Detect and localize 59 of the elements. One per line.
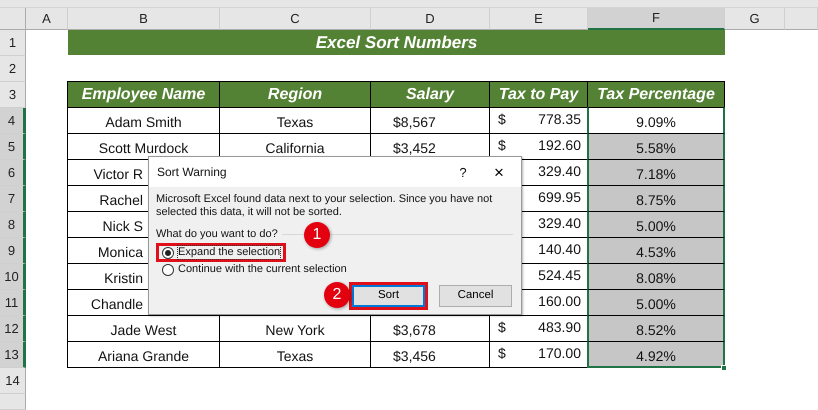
radio-button[interactable]: [162, 264, 174, 276]
row-header[interactable]: 12: [0, 316, 26, 342]
cancel-button[interactable]: Cancel: [439, 284, 512, 306]
column-heading: Tax Percentage: [587, 81, 725, 108]
amount: 483.90: [538, 318, 581, 337]
row-header[interactable]: 5: [0, 134, 26, 160]
column-heading: Employee Name: [67, 81, 220, 108]
amount: 329.40: [538, 214, 581, 233]
amount: 192.60: [538, 136, 581, 155]
amount: 329.40: [538, 162, 581, 181]
row-header[interactable]: 11: [0, 290, 26, 316]
table-cell[interactable]: 8.75%: [587, 185, 725, 212]
row-header[interactable]: 14: [0, 368, 26, 394]
row-header[interactable]: 1: [0, 30, 26, 56]
column-header[interactable]: B: [68, 8, 220, 30]
column-heading: Salary: [370, 81, 490, 108]
sort-button[interactable]: Sort: [352, 284, 425, 306]
column-header[interactable]: A: [26, 8, 68, 30]
row-header[interactable]: 7: [0, 186, 26, 212]
radio-button[interactable]: [162, 246, 174, 258]
row-header[interactable]: 8: [0, 212, 26, 238]
row-header[interactable]: 6: [0, 160, 26, 186]
row-header[interactable]: 2: [0, 56, 26, 82]
row-header[interactable]: 3: [0, 82, 26, 108]
table-cell[interactable]: 5.58%: [587, 133, 725, 160]
row-header[interactable]: 9: [0, 238, 26, 264]
row-header[interactable]: 10: [0, 264, 26, 290]
amount: 170.00: [538, 344, 581, 363]
currency-symbol: $: [498, 110, 506, 129]
currency-symbol: $: [498, 344, 506, 363]
fill-handle[interactable]: [721, 365, 727, 371]
table-cell[interactable]: 4.92%: [587, 341, 725, 368]
table-cell: Ariana Grande: [67, 341, 220, 368]
amount: 524.45: [538, 266, 581, 285]
column-header[interactable]: F: [588, 8, 725, 30]
amount: 699.95: [538, 188, 581, 207]
close-button[interactable]: ×: [477, 166, 521, 178]
table-cell[interactable]: 5.00%: [587, 211, 725, 238]
table-cell[interactable]: 4.53%: [587, 237, 725, 264]
table-cell[interactable]: 8.08%: [587, 263, 725, 290]
table-cell[interactable]: 7.18%: [587, 159, 725, 186]
column-header[interactable]: D: [371, 8, 490, 30]
table-cell[interactable]: 5.00%: [587, 289, 725, 316]
column-header[interactable]: E: [490, 8, 588, 30]
amount: 778.35: [538, 110, 581, 129]
column-header[interactable]: C: [220, 8, 371, 30]
column-heading: Tax to Pay: [489, 81, 588, 108]
table-cell[interactable]: 9.09%: [587, 107, 725, 134]
sheet-title: Excel Sort Numbers: [68, 30, 725, 55]
currency-symbol: $: [498, 318, 506, 337]
currency-symbol: $: [498, 136, 506, 155]
amount: 140.40: [538, 240, 581, 259]
column-heading: Region: [219, 81, 371, 108]
column-header[interactable]: G: [725, 8, 785, 30]
row-header[interactable]: 13: [0, 342, 26, 368]
row-header[interactable]: 4: [0, 108, 26, 134]
amount: 160.00: [538, 292, 581, 311]
table-cell[interactable]: 8.52%: [587, 315, 725, 342]
help-button[interactable]: ?: [449, 166, 477, 178]
